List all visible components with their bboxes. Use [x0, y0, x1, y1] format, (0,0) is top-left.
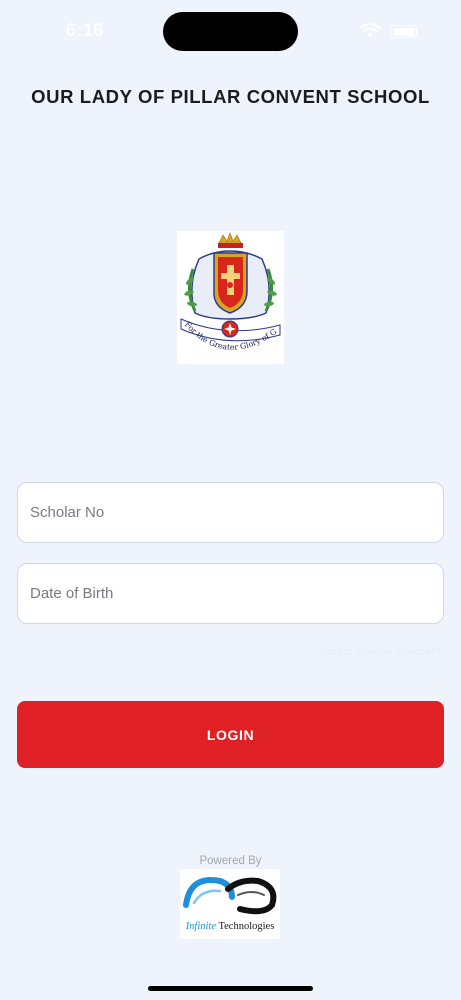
- battery-level: [392, 27, 415, 36]
- status-bar: 6:16: [0, 0, 461, 62]
- dynamic-island: [163, 12, 298, 51]
- company-name-rest: Technologies: [216, 921, 275, 932]
- battery-icon: [390, 25, 417, 38]
- company-name: Infinite Technologies: [180, 921, 280, 932]
- company-name-accent: Infinite: [185, 921, 217, 932]
- company-logo: Infinite Technologies: [180, 869, 280, 939]
- infinite-wave-icon: [183, 877, 277, 915]
- powered-by-label: Powered By: [199, 855, 262, 867]
- forgot-scholar-link[interactable]: Forgot Scholar Number?: [321, 646, 441, 658]
- login-screen: 6:16 OUR LADY OF PILLAR CONVENT SCHOOL F…: [0, 0, 461, 1000]
- date-of-birth-input[interactable]: [17, 563, 444, 624]
- status-time: 6:16: [66, 20, 105, 40]
- school-crest-logo: For the Greater Glory of God: [177, 231, 284, 364]
- school-crest-icon: For the Greater Glory of God: [177, 231, 281, 352]
- wifi-icon: [359, 23, 381, 38]
- scholar-no-input[interactable]: [17, 482, 444, 543]
- login-button[interactable]: LOGIN: [17, 701, 444, 768]
- school-title: OUR LADY OF PILLAR CONVENT SCHOOL: [31, 86, 430, 107]
- home-indicator[interactable]: [148, 986, 313, 991]
